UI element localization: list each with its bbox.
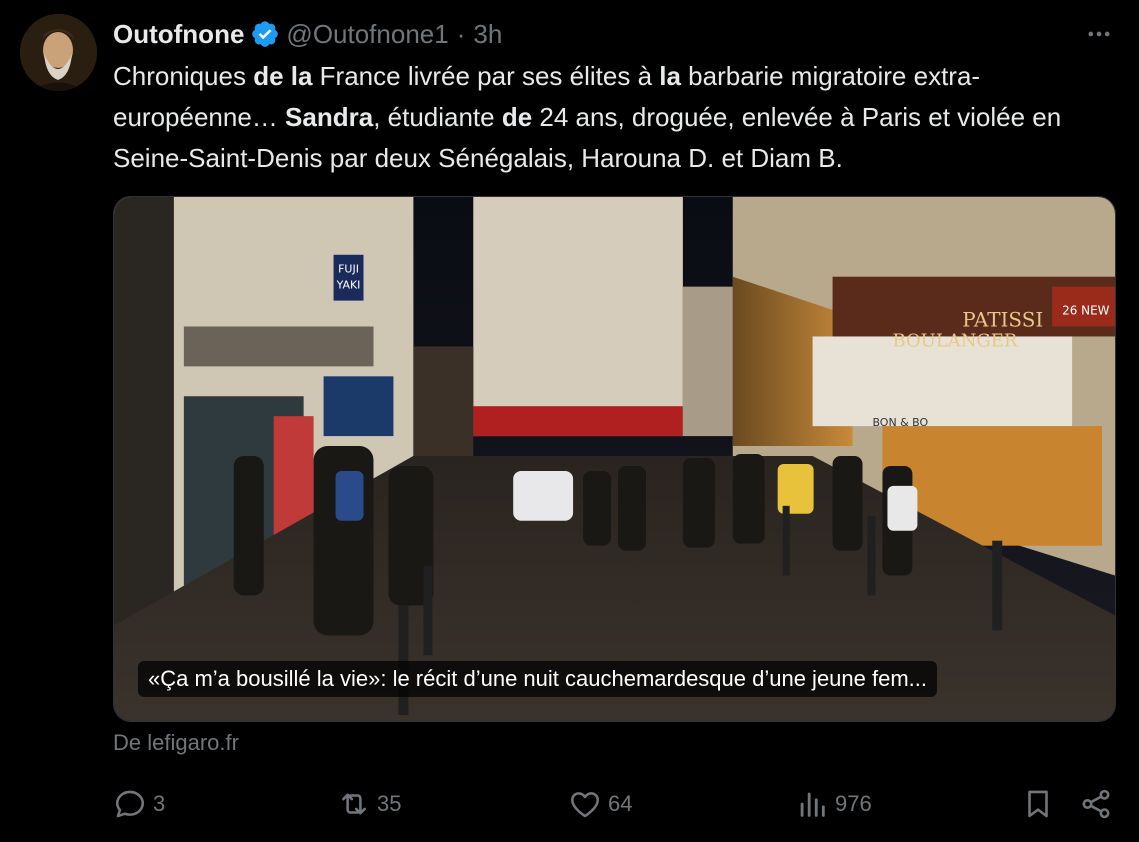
tweet-text: Chroniques de la France livrée par ses é…: [113, 56, 1113, 179]
bookmark-button[interactable]: [1021, 784, 1061, 824]
display-name[interactable]: Outofnone: [113, 19, 244, 50]
views-button[interactable]: 976: [795, 784, 872, 824]
card-source[interactable]: De lefigaro.fr: [113, 730, 239, 756]
photo-sign-bonbo: BON & BO: [872, 416, 928, 429]
repost-count: 35: [377, 791, 402, 816]
reply-icon: [115, 790, 145, 818]
photo-sign-boulanger: BOULANGER: [892, 330, 1017, 351]
photo-sign-26new: 26 NEW: [1062, 304, 1110, 318]
share-button[interactable]: [1079, 784, 1119, 824]
like-button[interactable]: 64: [568, 784, 632, 824]
tweet-header: Outofnone @Outofnone1 · 3h: [113, 16, 502, 52]
avatar[interactable]: [20, 14, 97, 91]
share-icon: [1082, 789, 1110, 819]
handle[interactable]: @Outofnone1: [286, 19, 448, 50]
like-count: 64: [608, 791, 633, 816]
tweet: Outofnone @Outofnone1 · 3h Chroniques de…: [0, 0, 1139, 842]
article-photo: FUJI YAKI BOULANGER PATISSI 26 NEW BON &…: [114, 197, 1115, 721]
tweet-text-bold: Sandra: [285, 102, 374, 132]
card-title[interactable]: «Ça m’a bousillé la vie»: le récit d’une…: [138, 661, 938, 697]
timestamp[interactable]: 3h: [473, 19, 502, 50]
repost-icon: [342, 793, 366, 815]
tweet-text-bold: la: [659, 61, 681, 91]
like-icon: [570, 792, 600, 818]
photo-sign-yaki: YAKI: [336, 279, 361, 292]
tweet-text-bold: de la: [253, 61, 313, 91]
link-card[interactable]: FUJI YAKI BOULANGER PATISSI 26 NEW BON &…: [113, 196, 1116, 722]
tweet-text-run: France livrée par ses élites à: [312, 61, 660, 91]
verified-badge-icon: [250, 19, 280, 49]
tweet-text-run: Chroniques: [113, 61, 254, 91]
views-icon: [800, 792, 825, 817]
bookmark-icon: [1028, 790, 1048, 818]
views-count: 976: [835, 791, 872, 816]
photo-sign-patissi: PATISSI: [962, 308, 1043, 332]
reply-count: 3: [153, 791, 166, 816]
tweet-text-bold: de: [501, 102, 533, 132]
photo-sign-fuji: FUJI: [338, 263, 359, 276]
repost-button[interactable]: 35: [337, 784, 401, 824]
separator-dot: ·: [456, 18, 466, 49]
action-bar: 3 35 64 976: [113, 784, 1116, 824]
tweet-text-run: , étudiante: [373, 102, 502, 132]
more-icon[interactable]: [1083, 20, 1115, 48]
reply-button[interactable]: 3: [113, 784, 165, 824]
